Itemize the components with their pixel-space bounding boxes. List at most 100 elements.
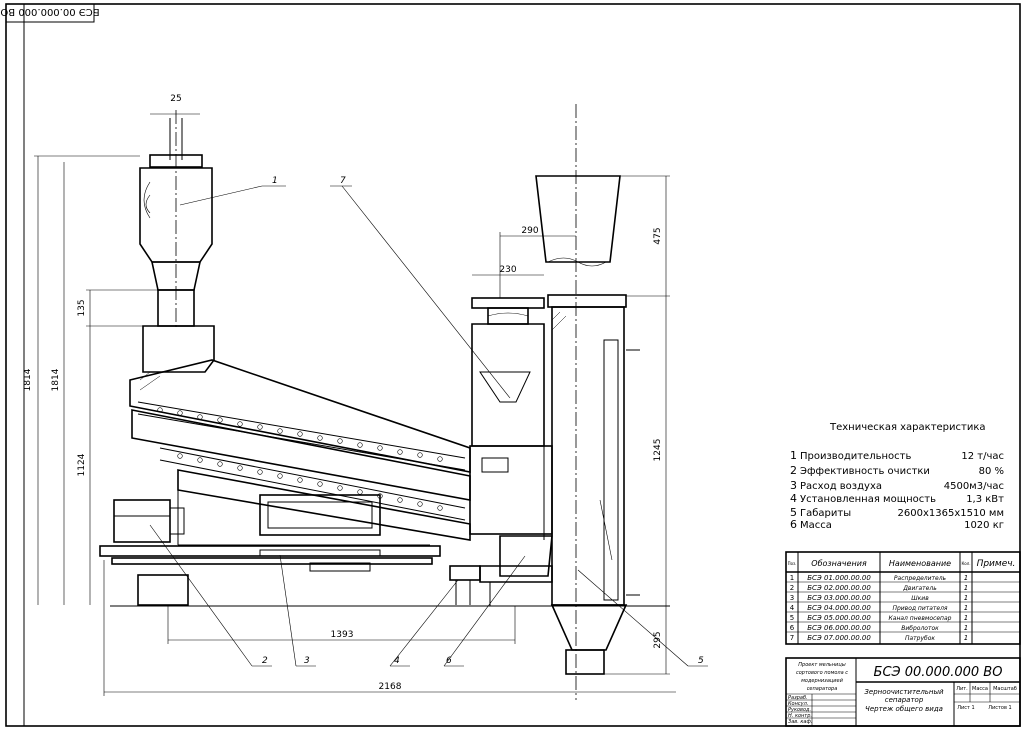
title-lit: Лит. (956, 686, 968, 692)
row-pos: 3 (790, 594, 794, 602)
title-scale: Масштаб (993, 686, 1017, 692)
table-row: 5 БСЭ 05.000.00.00 Канал пневмосепар 1 (790, 614, 968, 622)
row-name: Распределитель (894, 575, 947, 582)
row-qty: 1 (964, 574, 968, 582)
row-pos: 7 (790, 634, 794, 642)
tech-specs: Техническая характеристика 1 Производите… (790, 422, 1004, 531)
spec-value: 1020 кг (964, 520, 1004, 531)
row-name: Вибролоток (901, 625, 939, 632)
spec-label: Габариты (800, 508, 851, 519)
callout-6: 6 (446, 656, 452, 666)
row-qty: 1 (964, 604, 968, 612)
separator-drawing (99, 104, 670, 700)
callout-1: 1 (272, 176, 278, 186)
th-code: Обозначения (811, 559, 867, 568)
row-qty: 1 (964, 634, 968, 642)
motor (99, 499, 441, 606)
th-pos: Поз. (788, 561, 797, 566)
spec-num: 2 (790, 464, 797, 477)
spec-num: 3 (790, 479, 797, 492)
row-name: Привод питателя (892, 605, 947, 612)
sieve-body (129, 359, 471, 546)
dim-25: 25 (170, 94, 181, 104)
spec-row-2: 2 Эффективность очистки 80 % (790, 464, 1004, 477)
spec-num: 1 (790, 449, 797, 462)
vibro-tray (479, 535, 553, 606)
spec-value: 12 т/час (961, 451, 1004, 462)
spec-label: Расход воздуха (800, 481, 882, 492)
dim-290: 290 (521, 226, 538, 236)
spec-row-6: 6 Масса 1020 кг (790, 518, 1004, 531)
title-mass: Масса (972, 686, 988, 692)
spec-value: 2600х1365х1510 мм (898, 508, 1004, 519)
callout-2: 2 (262, 656, 268, 666)
table-row: 1 БСЭ 01.000.00.00 Распределитель 1 (790, 574, 968, 582)
table-row: 6 БСЭ 06.000.00.00 Вибролоток 1 (790, 624, 968, 632)
th-note: Примеч. (977, 559, 1016, 569)
specs-title: Техническая характеристика (829, 422, 986, 433)
row-code: БСЭ 02.000.00.00 (807, 584, 871, 592)
top-stamp: БСЭ 00.000.000 ВО (0, 3, 100, 23)
row-qty: 1 (964, 584, 968, 592)
table-row: 4 БСЭ 04.000.00.00 Привод питателя 1 (790, 604, 968, 612)
row-name: Канал пневмосепар (889, 615, 952, 622)
project-line: сортового помола с (796, 670, 848, 676)
row-qty: 1 (964, 594, 968, 602)
spec-row-5: 5 Габариты 2600х1365х1510 мм (790, 506, 1004, 519)
upper-neck (142, 325, 215, 373)
dim-1814-outer: 1814 (23, 368, 33, 391)
row-code: БСЭ 01.000.00.00 (807, 574, 871, 582)
dim-2168: 2168 (379, 682, 402, 692)
row-code: БСЭ 04.000.00.00 (807, 604, 871, 612)
dim-1393: 1393 (331, 630, 354, 640)
callout-3: 3 (304, 656, 310, 666)
dim-230: 230 (499, 265, 516, 275)
distributor (139, 110, 213, 330)
parts-table: Поз. Обозначения Наименование Кол. Приме… (785, 551, 1021, 645)
spec-row-3: 3 Расход воздуха 4500м3/час (790, 479, 1004, 492)
dim-135: 135 (77, 299, 87, 316)
spec-value: 4500м3/час (944, 481, 1004, 492)
spec-label: Масса (800, 520, 832, 531)
title-name-line: Чертеж общего вида (865, 705, 943, 713)
title-sheets: Листов 1 (988, 705, 1011, 711)
th-name: Наименование (889, 559, 951, 568)
table-row: 7 БСЭ 07.000.00.00 Патрубок 1 (790, 634, 968, 642)
role-label: Зав. каф. (788, 719, 812, 725)
spec-value: 1,3 кВт (966, 494, 1004, 505)
row-code: БСЭ 03.000.00.00 (807, 594, 871, 602)
dim-1124: 1124 (77, 453, 87, 476)
title-code: БСЭ 00.000.000 ВО (874, 665, 1003, 680)
row-pos: 6 (790, 624, 795, 632)
spec-row-4: 4 Установленная мощность 1,3 кВт (790, 492, 1004, 505)
row-pos: 4 (790, 604, 795, 612)
row-code: БСЭ 07.000.00.00 (807, 634, 871, 642)
table-row: 2 БСЭ 02.000.00.00 Двигатель 1 (790, 584, 968, 592)
row-pos: 5 (790, 614, 794, 622)
spec-value: 80 % (979, 466, 1004, 477)
sieve-holes-upper (157, 407, 443, 462)
title-name-line: Зерноочистительный (864, 688, 944, 696)
row-code: БСЭ 06.000.00.00 (807, 624, 871, 632)
callout-7: 7 (340, 176, 346, 186)
spec-row-1: 1 Производительность 12 т/час (790, 449, 1004, 462)
row-pos: 1 (790, 574, 794, 582)
row-code: БСЭ 05.000.00.00 (807, 614, 871, 622)
row-qty: 1 (964, 624, 968, 632)
dim-1245: 1245 (653, 439, 663, 462)
spec-label: Эффективность очистки (800, 466, 930, 477)
spec-label: Установленная мощность (800, 494, 936, 505)
callout-4: 4 (394, 656, 400, 666)
row-name: Патрубок (905, 635, 935, 642)
inlet-pipe (469, 297, 553, 540)
project-line: Проект мельницы (798, 662, 846, 668)
spec-num: 4 (790, 492, 797, 505)
dim-1814-inner: 1814 (51, 368, 61, 391)
spec-label: Производительность (800, 451, 911, 462)
title-sheet: Лист 1 (957, 705, 974, 711)
title-name-line: сепаратор (885, 696, 924, 704)
project-line: сепаратора (807, 686, 838, 692)
row-pos: 2 (790, 584, 794, 592)
top-stamp-text: БСЭ 00.000.000 ВО (0, 6, 99, 17)
spec-num: 6 (790, 518, 797, 531)
